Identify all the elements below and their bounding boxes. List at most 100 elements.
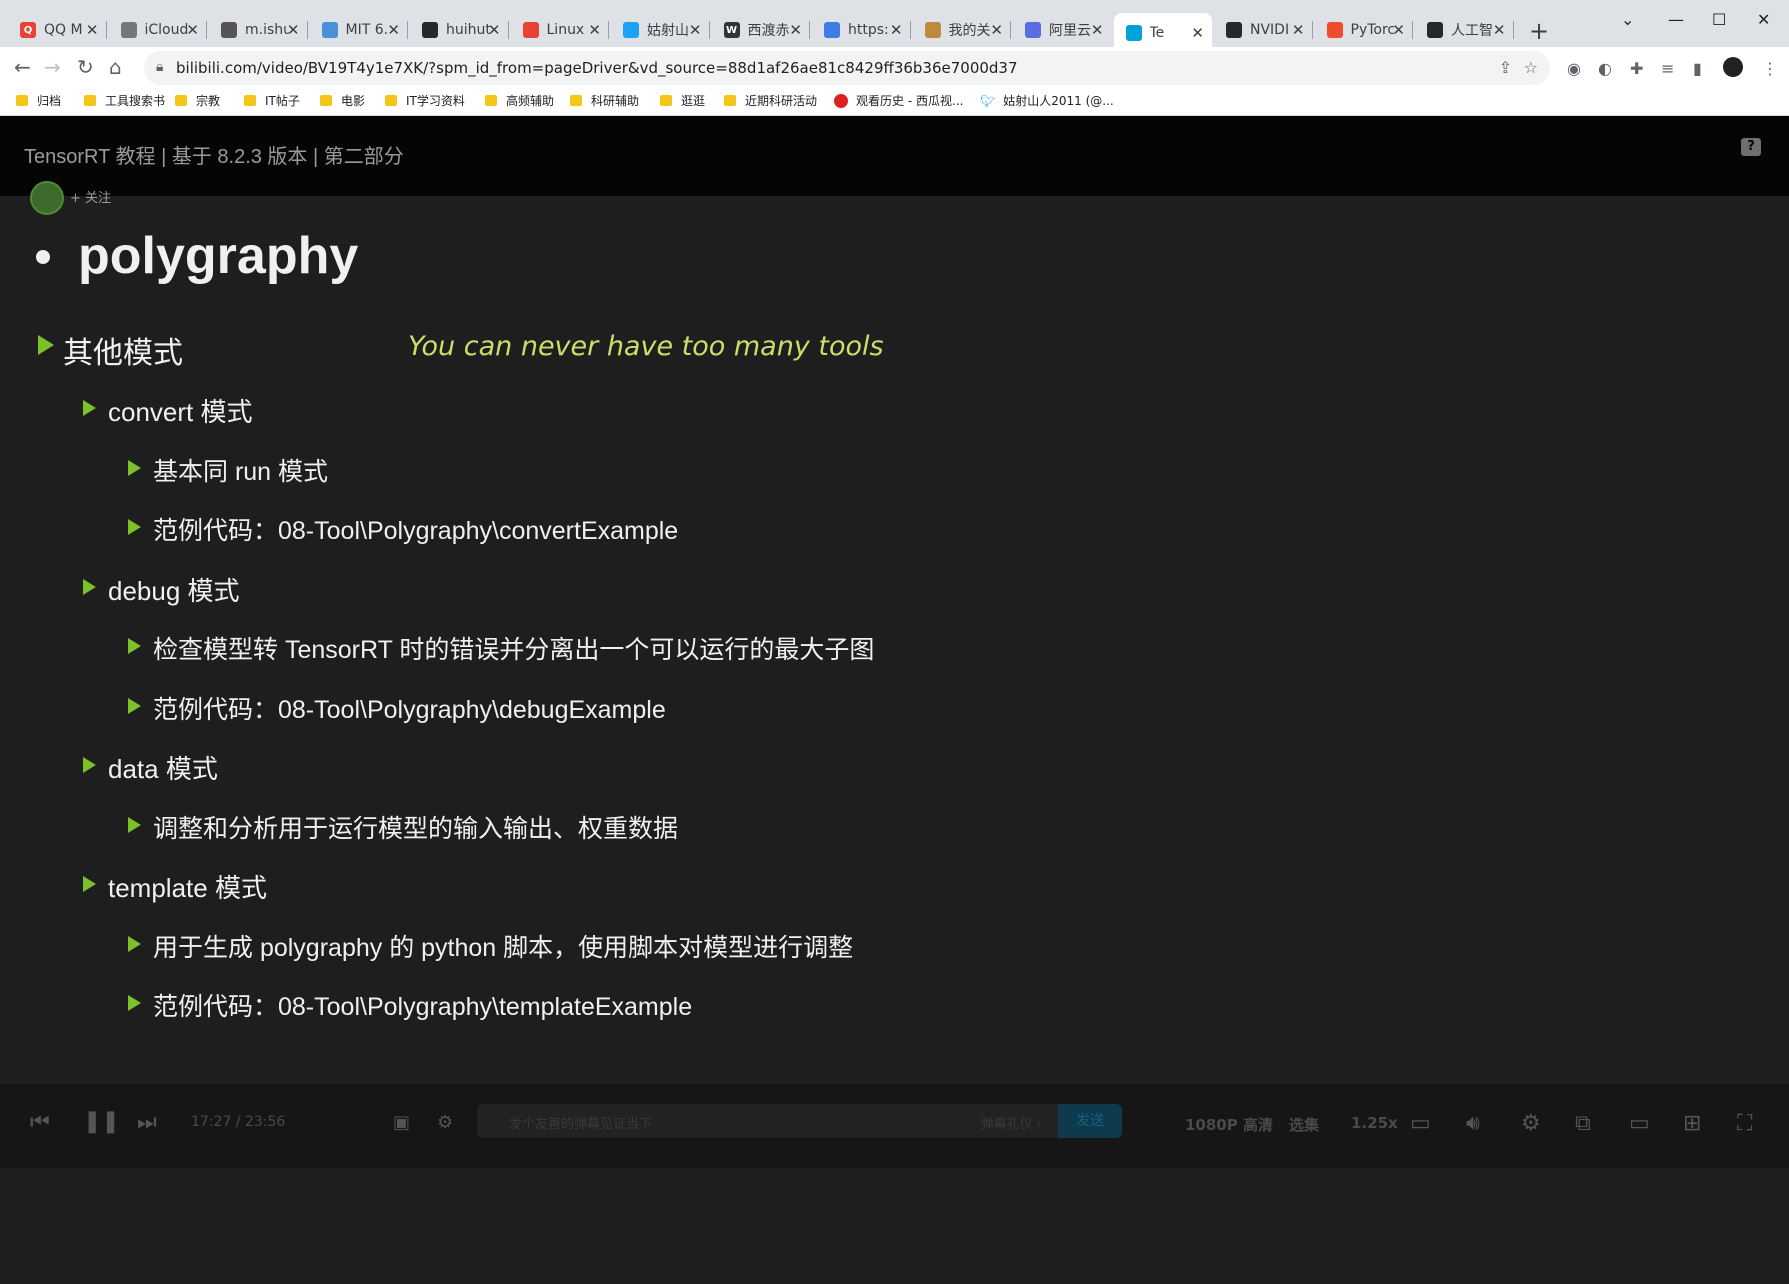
forward-icon[interactable]: → [44, 55, 61, 79]
tab-close-icon[interactable]: ✕ [1392, 21, 1405, 39]
browser-tab[interactable]: iCloud ✕ [109, 13, 207, 47]
tab-close-icon[interactable]: ✕ [990, 21, 1003, 39]
media-control-icon[interactable]: ≡ [1661, 59, 1674, 78]
tab-strip: Q QQ M ✕ iCloud ✕ m.ishu ✕ MIT 6. ✕ huihut ✕ Linux ✕… [0, 0, 1789, 53]
fullscreen-icon[interactable]: ⛶ [1737, 1111, 1752, 1136]
tab-title: https: [848, 22, 889, 38]
tab-favicon-icon [623, 22, 639, 38]
follow-button[interactable]: + 关注 [70, 187, 111, 206]
bookmark-label: IT学习资料 [406, 94, 465, 108]
share-icon[interactable]: ⇪ [1499, 58, 1512, 77]
widescreen-icon[interactable]: ▭ [1629, 1111, 1650, 1136]
url-text[interactable]: bilibili.com/video/BV19T4y1e7XK/?spm_id_… [176, 59, 1018, 77]
menu-dots-icon[interactable]: ⋮ [1762, 59, 1778, 78]
browser-tab[interactable]: 我的关 ✕ [913, 13, 1011, 47]
tab-close-icon[interactable]: ✕ [1493, 21, 1506, 39]
arrow-bullet-icon [128, 816, 141, 833]
side-panel-icon[interactable]: ▮ [1693, 59, 1702, 78]
tab-title: huihut [446, 22, 490, 38]
tab-close-icon[interactable]: ✕ [890, 21, 903, 39]
browser-tab[interactable]: 人工智 ✕ [1415, 13, 1514, 47]
extension-icon[interactable]: ◐ [1598, 59, 1612, 78]
bookmark-item[interactable]: 🐦︎ 姑射山人2011 (@... [980, 92, 1114, 109]
tab-close-icon[interactable]: ✕ [1292, 21, 1305, 39]
tab-title: Te [1149, 25, 1165, 41]
back-icon[interactable]: ← [14, 55, 31, 79]
tab-close-icon[interactable]: ✕ [789, 21, 802, 39]
next-icon[interactable]: ⏭ [137, 1110, 157, 1135]
tab-close-icon[interactable]: ✕ [1191, 24, 1204, 42]
tab-close-icon[interactable]: ✕ [588, 21, 601, 39]
volume-icon[interactable]: 🔊︎ [1466, 1111, 1480, 1136]
tab-close-icon[interactable]: ✕ [287, 21, 300, 39]
close-window-button[interactable]: ✕ [1757, 10, 1770, 29]
bookmark-item[interactable]: 近期科研活动 [724, 92, 817, 109]
folder-icon [570, 95, 582, 106]
tab-separator [1010, 21, 1011, 39]
tab-title: NVIDI [1250, 22, 1290, 38]
tab-favicon-icon [120, 22, 137, 38]
bookmark-item[interactable]: 科研辅助 [570, 92, 639, 109]
settings-gear-icon[interactable]: ⚙ [1521, 1111, 1541, 1136]
bookmark-star-icon[interactable]: ☆ [1524, 58, 1538, 77]
arrow-bullet-icon [128, 519, 141, 535]
tab-close-icon[interactable]: ✕ [488, 21, 501, 39]
bookmark-item[interactable]: 归档 [16, 92, 61, 109]
danmaku-toggle-icon[interactable]: ▣ [393, 1112, 410, 1133]
tab-close-icon[interactable]: ✕ [689, 21, 702, 39]
browser-tab[interactable]: Linux ✕ [511, 13, 609, 47]
bookmark-item[interactable]: 工具搜索书 [84, 92, 165, 109]
subtitle-off-icon[interactable]: ▭ [1410, 1111, 1431, 1136]
maximize-button[interactable]: ☐ [1712, 10, 1726, 29]
danmaku-settings-icon[interactable]: ⚙ [437, 1112, 453, 1133]
tab-title: 阿里云 [1049, 23, 1091, 39]
browser-tab[interactable]: NVIDI ✕ [1214, 13, 1313, 47]
browser-tab[interactable]: huihut ✕ [410, 13, 509, 47]
bookmark-item[interactable]: IT学习资料 [385, 92, 465, 109]
browser-tab[interactable]: 阿里云 ✕ [1013, 13, 1112, 47]
tab-close-icon[interactable]: ✕ [1091, 21, 1104, 39]
tab-separator [1512, 21, 1514, 39]
tab-close-icon[interactable]: ✕ [387, 21, 400, 39]
address-bar[interactable]: 🔒︎ bilibili.com/video/BV19T4y1e7XK/?spm_… [144, 51, 1550, 85]
extension-icon[interactable]: ◉ [1567, 59, 1581, 78]
browser-tab[interactable]: https: ✕ [812, 13, 911, 47]
bookmark-item[interactable]: 电影 [320, 92, 365, 109]
browser-tab[interactable]: Q QQ M ✕ [8, 13, 107, 47]
send-danmaku-button[interactable]: 发送 [1058, 1104, 1122, 1138]
home-icon[interactable]: ⌂ [109, 55, 122, 79]
tab-search-icon[interactable]: ⌄ [1621, 10, 1634, 29]
minimize-button[interactable]: — [1668, 10, 1684, 29]
danmaku-etiquette-link[interactable]: 弹幕礼仪 › [981, 1113, 1042, 1132]
tab-favicon-icon [1427, 22, 1443, 38]
bookmark-item[interactable]: 高频辅助 [485, 92, 554, 109]
tab-close-icon[interactable]: ✕ [86, 21, 99, 39]
browser-tab[interactable]: 姑射山 ✕ [611, 13, 710, 47]
episodes-button[interactable]: 选集 [1289, 1114, 1319, 1135]
tab-close-icon[interactable]: ✕ [186, 21, 199, 39]
folder-icon [244, 95, 256, 106]
danmaku-input[interactable]: 发个友善的弹幕见证当下 弹幕礼仪 › 发送 [477, 1104, 1122, 1138]
browser-tab[interactable]: PyTorc ✕ [1315, 13, 1413, 47]
pause-icon[interactable]: ❚❚ [83, 1109, 120, 1134]
tab-title: 姑射山 [647, 23, 689, 39]
profile-avatar[interactable] [1723, 57, 1743, 77]
bookmark-item[interactable]: 逛逛 [660, 92, 705, 109]
browser-tab[interactable]: W 西渡赤 ✕ [712, 13, 810, 47]
help-icon[interactable]: ? [1741, 138, 1761, 156]
quality-selector[interactable]: 1080P 高清 [1185, 1114, 1273, 1135]
browser-tab[interactable]: m.ishu ✕ [209, 13, 308, 47]
browser-tab[interactable]: MIT 6. ✕ [310, 13, 408, 47]
bookmark-item[interactable]: IT帖子 [244, 92, 300, 109]
picture-in-picture-icon[interactable]: ⧉ [1575, 1111, 1591, 1136]
extensions-puzzle-icon[interactable]: ✚ [1630, 59, 1643, 78]
bookmark-item[interactable]: 宗教 [175, 92, 220, 109]
speed-selector[interactable]: 1.25x [1351, 1114, 1398, 1132]
bookmark-item[interactable]: 观看历史 - 西瓜视... [834, 92, 963, 109]
uploader-avatar[interactable] [30, 181, 64, 215]
reload-icon[interactable]: ↻ [77, 55, 94, 79]
tab-favicon-icon [1125, 25, 1142, 41]
new-tab-button[interactable]: + [1529, 17, 1549, 45]
previous-icon[interactable]: ⏮ [30, 1110, 50, 1135]
web-fullscreen-icon[interactable]: ⊞ [1683, 1111, 1701, 1136]
